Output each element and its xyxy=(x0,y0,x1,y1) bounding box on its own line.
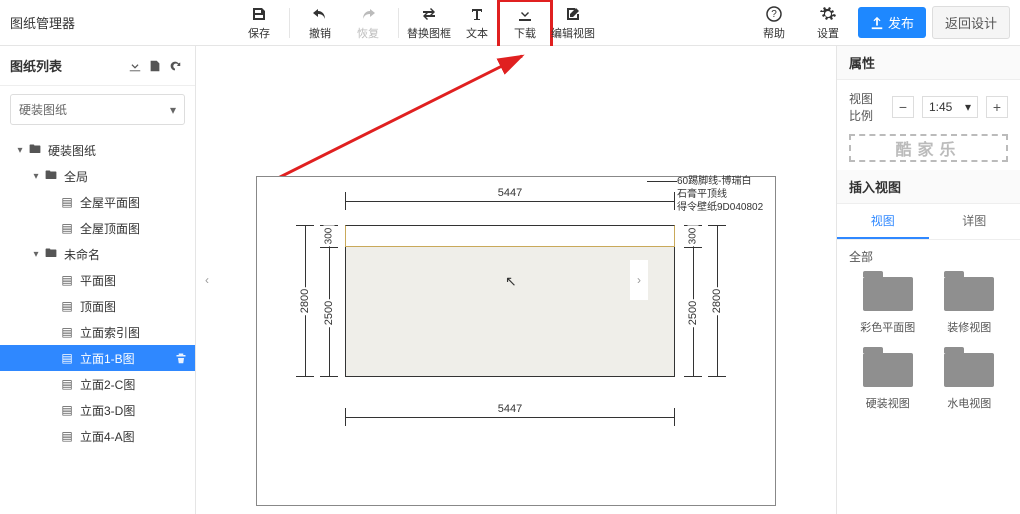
page-icon: ▤ xyxy=(60,221,74,235)
refresh-icon[interactable] xyxy=(165,56,185,76)
dim-height-right-outer: 2800 xyxy=(705,225,729,377)
tree-item[interactable]: ▤立面3-D图 xyxy=(0,397,195,423)
page-icon: ▤ xyxy=(60,429,74,443)
tree-item[interactable]: ▤全屋顶面图 xyxy=(0,215,195,241)
back-button[interactable]: 返回设计 xyxy=(932,6,1010,39)
left-sidebar: 图纸列表 硬装图纸▾ ▾🖿硬装图纸 ▾🖿全局 ▤全屋平面图 ▤全屋顶面图 ▾🖿未… xyxy=(0,46,196,514)
tree-item[interactable]: ▤全屋平面图 xyxy=(0,189,195,215)
drawing-sheet: 60踢脚线-博瑞白 石膏平顶线 得令壁纸9D040802 5447 5447 2… xyxy=(256,176,776,506)
tree-group[interactable]: ▾🖿未命名 xyxy=(0,241,195,267)
folder-icon xyxy=(863,353,913,387)
page-icon: ▤ xyxy=(60,351,74,365)
folder-icon xyxy=(944,353,994,387)
sidebar-header: 图纸列表 xyxy=(0,46,195,86)
insert-view-header: 插入视图 xyxy=(837,170,1020,204)
ratio-select[interactable]: 1:45▾ xyxy=(922,96,978,118)
elevation-wall xyxy=(345,225,675,377)
download-button[interactable]: 下载 xyxy=(501,3,549,43)
dim-height-left-inner: 2500 xyxy=(317,225,341,377)
thumb-mep-view[interactable]: 水电视图 xyxy=(935,353,1005,411)
next-page-button[interactable]: › xyxy=(630,260,648,300)
tree-item[interactable]: ▤立面索引图 xyxy=(0,319,195,345)
ratio-minus-button[interactable]: − xyxy=(892,96,914,118)
drawing-tree: ▾🖿硬装图纸 ▾🖿全局 ▤全屋平面图 ▤全屋顶面图 ▾🖿未命名 ▤平面图 ▤顶面… xyxy=(0,133,195,514)
tree-group[interactable]: ▾🖿全局 xyxy=(0,163,195,189)
page-icon: ▤ xyxy=(60,325,74,339)
tree-item[interactable]: ▤顶面图 xyxy=(0,293,195,319)
add-page-icon[interactable] xyxy=(145,56,165,76)
tree-item[interactable]: ▤平面图 xyxy=(0,267,195,293)
folder-icon xyxy=(944,277,994,311)
thumb-color-plan[interactable]: 彩色平面图 xyxy=(853,277,923,335)
elevation-ceiling-band xyxy=(345,225,675,247)
tab-detail[interactable]: 详图 xyxy=(929,204,1020,239)
help-icon: ? xyxy=(765,5,783,23)
chevron-down-icon: ▾ xyxy=(965,100,971,114)
top-toolbar: 图纸管理器 保存 撤销 恢复 替换图框 文本 xyxy=(0,0,1020,46)
undo-icon xyxy=(311,5,329,23)
group-all-label: 全部 xyxy=(837,240,1020,269)
page-icon: ▤ xyxy=(60,195,74,209)
drawing-type-select[interactable]: 硬装图纸▾ xyxy=(10,94,185,125)
help-button[interactable]: ? 帮助 xyxy=(750,3,798,43)
tab-view[interactable]: 视图 xyxy=(837,204,929,239)
toolbar-right: ? 帮助 设置 发布 返回设计 xyxy=(750,3,1010,43)
redo-icon xyxy=(359,5,377,23)
tree-root[interactable]: ▾🖿硬装图纸 xyxy=(0,137,195,163)
folder-icon: 🖿 xyxy=(44,169,58,183)
dim-height-right-inner: 2500 xyxy=(681,225,705,377)
import-icon[interactable] xyxy=(125,56,145,76)
tree-item-selected[interactable]: ▤立面1-B图 xyxy=(0,345,195,371)
dim-width-bottom: 5447 xyxy=(345,405,675,429)
brand-watermark: 酷家乐 xyxy=(849,134,1008,162)
text-button[interactable]: 文本 xyxy=(453,3,501,43)
swap-icon xyxy=(420,5,438,23)
thumb-decor-view[interactable]: 装修视图 xyxy=(935,277,1005,335)
right-panel: 属性 视图比例 − 1:45▾ + 酷家乐 插入视图 视图 详图 全部 彩色平面… xyxy=(836,46,1020,514)
callout-arrow xyxy=(262,50,542,190)
view-ratio-row: 视图比例 − 1:45▾ + xyxy=(837,80,1020,134)
dim-top-seg-right: 300 xyxy=(681,225,705,247)
chevron-down-icon: ▾ xyxy=(170,103,176,117)
undo-button[interactable]: 撤销 xyxy=(296,3,344,43)
edit-view-icon xyxy=(564,5,582,23)
edit-view-button[interactable]: 编辑视图 xyxy=(549,3,597,43)
dim-top-seg-left: 300 xyxy=(317,225,341,247)
page-icon: ▤ xyxy=(60,403,74,417)
tree-item[interactable]: ▤立面4-A图 xyxy=(0,423,195,449)
save-button[interactable]: 保存 xyxy=(235,3,283,43)
page-icon: ▤ xyxy=(60,299,74,313)
replace-frame-button[interactable]: 替换图框 xyxy=(405,3,453,43)
app-title: 图纸管理器 xyxy=(10,13,75,32)
drawing-annotation: 60踢脚线-博瑞白 石膏平顶线 得令壁纸9D040802 xyxy=(677,175,797,214)
publish-button[interactable]: 发布 xyxy=(858,7,926,38)
page-icon: ▤ xyxy=(60,377,74,391)
download-icon xyxy=(516,5,534,23)
prev-page-button[interactable]: ‹ xyxy=(198,260,216,300)
insert-tabs: 视图 详图 xyxy=(837,204,1020,240)
toolbar-main: 保存 撤销 恢复 替换图框 文本 下载 xyxy=(235,3,597,43)
folder-icon xyxy=(863,277,913,311)
folder-icon: 🖿 xyxy=(44,247,58,261)
delete-icon[interactable] xyxy=(175,352,187,364)
page-icon: ▤ xyxy=(60,273,74,287)
drawing-canvas[interactable]: ‹ 60踢脚线-博瑞白 石膏平顶线 得令壁纸9D040802 5447 5447… xyxy=(196,46,836,514)
redo-button[interactable]: 恢复 xyxy=(344,3,392,43)
dim-width-top: 5447 xyxy=(345,189,675,213)
view-thumbnails: 彩色平面图 装修视图 硬装视图 水电视图 xyxy=(837,269,1020,429)
text-icon xyxy=(468,5,486,23)
dim-height-left-outer: 2800 xyxy=(293,225,317,377)
tree-item[interactable]: ▤立面2-C图 xyxy=(0,371,195,397)
props-header: 属性 xyxy=(837,46,1020,80)
settings-button[interactable]: 设置 xyxy=(804,3,852,43)
folder-icon: 🖿 xyxy=(28,143,42,157)
sidebar-title: 图纸列表 xyxy=(10,56,125,75)
gear-icon xyxy=(819,5,837,23)
thumb-hard-view[interactable]: 硬装视图 xyxy=(853,353,923,411)
save-icon xyxy=(250,5,268,23)
ratio-plus-button[interactable]: + xyxy=(986,96,1008,118)
svg-text:?: ? xyxy=(771,9,777,20)
upload-icon xyxy=(870,16,884,30)
